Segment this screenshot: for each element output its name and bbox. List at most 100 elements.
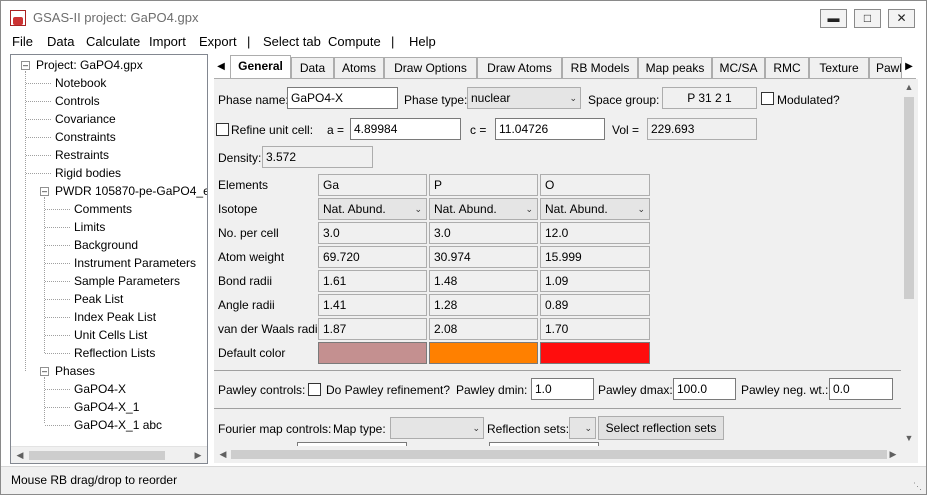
per-cell-cell[interactable]: 12.0	[540, 222, 650, 244]
menu-select-tab[interactable]: Select tab	[263, 34, 321, 49]
element-cell[interactable]: Ga	[318, 174, 427, 196]
cell-c-input[interactable]: 11.04726	[495, 118, 605, 140]
angle-radii-cell[interactable]: 0.89	[540, 294, 650, 316]
pawley-refine-checkbox[interactable]	[308, 383, 321, 396]
per-cell-cell[interactable]: 3.0	[429, 222, 538, 244]
vdw-radii-cell[interactable]: 1.70	[540, 318, 650, 340]
scroll-left-icon[interactable]: ◀	[216, 447, 230, 461]
tab-map-peaks[interactable]: Map peaks	[638, 57, 712, 78]
reflection-sets-select[interactable]: ⌄	[569, 417, 596, 439]
tree-item-restraints[interactable]: Restraints	[55, 148, 109, 162]
data-tree[interactable]: – Project: GaPO4.gpx Notebook Controls C…	[10, 54, 208, 464]
tree-item-index-peak-list[interactable]: Index Peak List	[74, 310, 156, 324]
per-cell-cell[interactable]: 3.0	[318, 222, 427, 244]
atom-weight-cell[interactable]: 30.974	[429, 246, 538, 268]
isotope-select[interactable]: Nat. Abund. ⌄	[540, 198, 650, 220]
tree-item-sample-parameters[interactable]: Sample Parameters	[74, 274, 180, 288]
tree-item-notebook[interactable]: Notebook	[55, 76, 106, 90]
color-swatch-p[interactable]	[429, 342, 538, 364]
tree-scroll-thumb[interactable]	[29, 451, 165, 460]
collapse-icon[interactable]: –	[21, 61, 30, 70]
tree-item-constraints[interactable]: Constraints	[55, 130, 116, 144]
tree-item-comments[interactable]: Comments	[74, 202, 132, 216]
tree-root-project[interactable]: Project: GaPO4.gpx	[36, 58, 143, 72]
vdw-radii-cell[interactable]: 1.87	[318, 318, 427, 340]
element-cell[interactable]: P	[429, 174, 538, 196]
collapse-icon[interactable]: –	[40, 367, 49, 376]
tab-rmc[interactable]: RMC	[765, 57, 809, 78]
tree-item-background[interactable]: Background	[74, 238, 138, 252]
tree-item-rigid-bodies[interactable]: Rigid bodies	[55, 166, 121, 180]
panel-hscroll-thumb[interactable]	[231, 450, 887, 459]
tab-draw-options[interactable]: Draw Options	[384, 57, 477, 78]
color-swatch-ga[interactable]	[318, 342, 427, 364]
tree-item-phases[interactable]: Phases	[55, 364, 95, 378]
tab-atoms[interactable]: Atoms	[334, 57, 384, 78]
collapse-icon[interactable]: –	[40, 187, 49, 196]
tab-draw-atoms[interactable]: Draw Atoms	[477, 57, 562, 78]
density-field[interactable]: 3.572	[262, 146, 373, 168]
modulated-checkbox[interactable]	[761, 92, 774, 105]
tree-item-phase-gapo4-x-1[interactable]: GaPO4-X_1	[74, 400, 139, 414]
select-reflection-sets-button[interactable]: Select reflection sets	[598, 416, 724, 440]
map-type-select[interactable]: ⌄	[390, 417, 484, 439]
menu-help[interactable]: Help	[409, 34, 436, 49]
close-button[interactable]: ✕	[888, 9, 915, 28]
scroll-right-icon[interactable]: ▶	[191, 448, 205, 462]
pawley-neg-wt-input[interactable]: 0.0	[829, 378, 893, 400]
tab-scroll-right-icon[interactable]: ▶	[904, 60, 914, 74]
tab-scroll-left-icon[interactable]: ◀	[216, 60, 226, 74]
element-cell[interactable]: O	[540, 174, 650, 196]
menu-import[interactable]: Import	[149, 34, 186, 49]
scroll-right-icon[interactable]: ▶	[886, 447, 900, 461]
menu-data[interactable]: Data	[47, 34, 74, 49]
tree-item-covariance[interactable]: Covariance	[55, 112, 116, 126]
isotope-select[interactable]: Nat. Abund. ⌄	[318, 198, 427, 220]
vdw-radii-cell[interactable]: 2.08	[429, 318, 538, 340]
resize-grip-icon[interactable]: ⋱	[913, 481, 923, 491]
menu-compute[interactable]: Compute	[328, 34, 381, 49]
tab-mc-sa[interactable]: MC/SA	[712, 57, 765, 78]
color-swatch-o[interactable]	[540, 342, 650, 364]
angle-radii-cell[interactable]: 1.28	[429, 294, 538, 316]
tree-item-phase-gapo4-x[interactable]: GaPO4-X	[74, 382, 126, 396]
tree-item-instrument-parameters[interactable]: Instrument Parameters	[74, 256, 196, 270]
panel-vertical-scrollbar[interactable]: ▲ ▼	[901, 79, 918, 446]
tree-item-limits[interactable]: Limits	[74, 220, 105, 234]
tab-rb-models[interactable]: RB Models	[562, 57, 638, 78]
phase-name-input[interactable]: GaPO4-X	[287, 87, 398, 109]
tab-texture[interactable]: Texture	[809, 57, 869, 78]
atom-weight-cell[interactable]: 15.999	[540, 246, 650, 268]
tree-item-reflection-lists[interactable]: Reflection Lists	[74, 346, 155, 360]
tab-pawley[interactable]: Pawl	[869, 57, 902, 78]
bond-radii-cell[interactable]: 1.48	[429, 270, 538, 292]
minimize-button[interactable]: ▬	[820, 9, 847, 28]
menu-export[interactable]: Export	[199, 34, 237, 49]
menu-calculate[interactable]: Calculate	[86, 34, 140, 49]
tree-item-peak-list[interactable]: Peak List	[74, 292, 123, 306]
pawley-dmin-input[interactable]: 1.0	[531, 378, 594, 400]
isotope-select[interactable]: Nat. Abund. ⌄	[429, 198, 538, 220]
scroll-left-icon[interactable]: ◀	[13, 448, 27, 462]
panel-horizontal-scrollbar[interactable]: ◀ ▶	[214, 446, 901, 463]
maximize-button[interactable]: □	[854, 9, 881, 28]
menu-file[interactable]: File	[12, 34, 33, 49]
panel-vscroll-thumb[interactable]	[904, 97, 914, 299]
refine-unit-cell-checkbox[interactable]	[216, 123, 229, 136]
bond-radii-cell[interactable]: 1.61	[318, 270, 427, 292]
tab-data[interactable]: Data	[291, 57, 334, 78]
pawley-dmax-input[interactable]: 100.0	[673, 378, 736, 400]
scroll-up-icon[interactable]: ▲	[902, 80, 916, 94]
tree-item-pwdr[interactable]: PWDR 105870-pe-GaPO4_ed	[55, 184, 207, 198]
tree-item-controls[interactable]: Controls	[55, 94, 100, 108]
angle-radii-cell[interactable]: 1.41	[318, 294, 427, 316]
tab-general[interactable]: General	[230, 55, 291, 79]
bond-radii-cell[interactable]: 1.09	[540, 270, 650, 292]
tree-item-unit-cells-list[interactable]: Unit Cells List	[74, 328, 147, 342]
cell-a-input[interactable]: 4.89984	[350, 118, 461, 140]
scroll-down-icon[interactable]: ▼	[902, 431, 916, 445]
atom-weight-cell[interactable]: 69.720	[318, 246, 427, 268]
phase-type-select[interactable]: nuclear ⌄	[467, 87, 581, 109]
tree-item-phase-gapo4-x-1-abc[interactable]: GaPO4-X_1 abc	[74, 418, 162, 432]
tree-horizontal-scrollbar[interactable]: ◀ ▶	[11, 446, 207, 463]
